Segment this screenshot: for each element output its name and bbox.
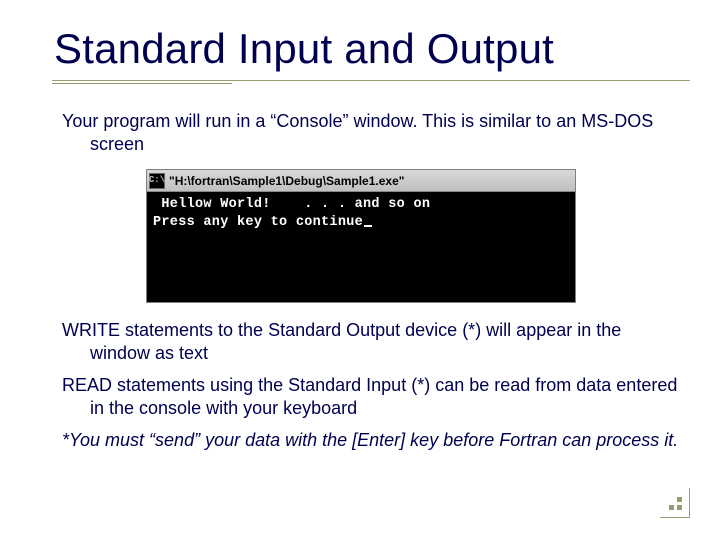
- text-cursor: [364, 225, 372, 227]
- intro-paragraph: Your program will run in a “Console” win…: [82, 110, 680, 155]
- slide: Standard Input and Output Your program w…: [0, 0, 720, 540]
- corner-dot: [677, 497, 682, 502]
- corner-dot: [677, 505, 682, 510]
- console-screenshot: C:\ "H:\fortran\Sample1\Debug\Sample1.ex…: [146, 169, 576, 303]
- enter-key-note: *You must “send” your data with the [Ent…: [82, 429, 680, 452]
- read-paragraph: READ statements using the Standard Input…: [82, 374, 680, 419]
- corner-dot: [669, 505, 674, 510]
- console-body: Hellow World! . . . and so on Press any …: [147, 192, 575, 302]
- console-title-path: "H:\fortran\Sample1\Debug\Sample1.exe": [169, 174, 573, 188]
- title-underline: [52, 80, 690, 84]
- console-line-1: Hellow World! . . . and so on: [153, 197, 430, 212]
- write-paragraph: WRITE statements to the Standard Output …: [82, 319, 680, 364]
- slide-title: Standard Input and Output: [54, 26, 680, 72]
- console-titlebar: C:\ "H:\fortran\Sample1\Debug\Sample1.ex…: [147, 170, 575, 192]
- corner-accent: [660, 488, 690, 518]
- console-app-icon: C:\: [149, 173, 165, 189]
- console-window: C:\ "H:\fortran\Sample1\Debug\Sample1.ex…: [146, 169, 576, 303]
- console-line-2: Press any key to continue: [153, 215, 363, 230]
